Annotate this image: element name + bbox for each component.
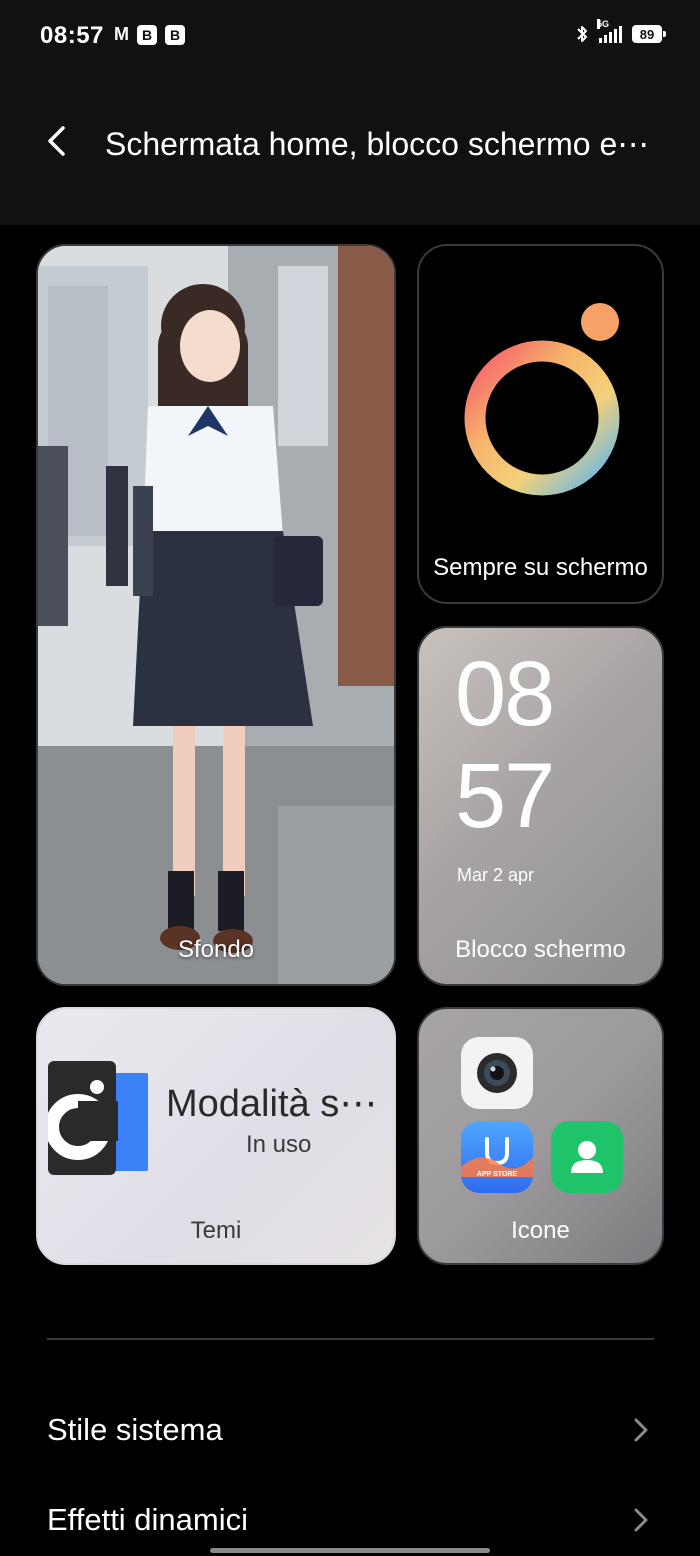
status-bar: 08:57 M B B 5G 89 bbox=[0, 0, 700, 75]
back-button[interactable] bbox=[36, 121, 76, 161]
themes-label: Temi bbox=[190, 1217, 242, 1244]
wallpaper-card[interactable]: Sfondo bbox=[36, 244, 396, 986]
lock-clock-hour: 08 bbox=[455, 643, 555, 745]
camera-app-icon bbox=[461, 1037, 533, 1109]
aod-ring-icon bbox=[464, 303, 620, 496]
chevron-right-icon bbox=[633, 1415, 657, 1445]
theme-name: Modalità s⋯ bbox=[166, 1083, 378, 1125]
menu-item-label: Stile sistema bbox=[47, 1412, 223, 1447]
notification-icons: M B B bbox=[114, 24, 185, 45]
menu-item-label: Effetti dinamici bbox=[47, 1502, 249, 1537]
lock-screen-label: Blocco schermo bbox=[455, 936, 626, 963]
icons-card[interactable]: APP STORE Icone bbox=[417, 1007, 664, 1265]
battery-icon: 89 bbox=[632, 25, 666, 43]
app-notification-icon-2: B bbox=[165, 24, 185, 45]
theme-preview-icon bbox=[48, 1061, 148, 1175]
themes-card[interactable]: Modalità s⋯ In uso Temi bbox=[36, 1007, 396, 1265]
aod-label: Sempre su schermo bbox=[433, 554, 648, 581]
gmail-icon: M bbox=[114, 24, 129, 44]
menu-item-dynamic-effects[interactable]: Effetti dinamici bbox=[47, 1490, 657, 1550]
chevron-left-icon bbox=[48, 126, 65, 156]
contacts-app-icon bbox=[551, 1121, 623, 1193]
system-icons: 5G 89 bbox=[575, 19, 666, 44]
theme-status: In uso bbox=[246, 1131, 312, 1158]
app-store-icon: APP STORE bbox=[461, 1121, 533, 1193]
wallpaper-label: Sfondo bbox=[177, 936, 255, 963]
lock-screen-card[interactable]: 08 57 Mar 2 apr Blocco schermo bbox=[417, 626, 664, 986]
section-divider bbox=[47, 1338, 654, 1340]
signal-icon: 5G bbox=[597, 19, 622, 43]
menu-item-system-style[interactable]: Stile sistema bbox=[47, 1400, 657, 1460]
home-indicator[interactable] bbox=[210, 1548, 490, 1553]
bluetooth-icon bbox=[577, 26, 587, 42]
network-type: 5G bbox=[597, 19, 610, 29]
top-app-bar: Schermata home, blocco schermo e⋯ bbox=[0, 75, 700, 225]
chevron-right-icon bbox=[633, 1505, 657, 1535]
lock-date: Mar 2 apr bbox=[457, 865, 535, 885]
status-time: 08:57 bbox=[40, 22, 104, 49]
icons-label: Icone bbox=[511, 1217, 570, 1244]
app-store-caption: APP STORE bbox=[476, 1171, 518, 1178]
lock-clock-minute: 57 bbox=[455, 745, 555, 847]
always-on-display-card[interactable]: Sempre su schermo bbox=[417, 244, 664, 604]
wallpaper-preview-image bbox=[38, 246, 394, 984]
page-title: Schermata home, blocco schermo e⋯ bbox=[105, 126, 650, 162]
app-notification-icon: B bbox=[137, 24, 157, 45]
